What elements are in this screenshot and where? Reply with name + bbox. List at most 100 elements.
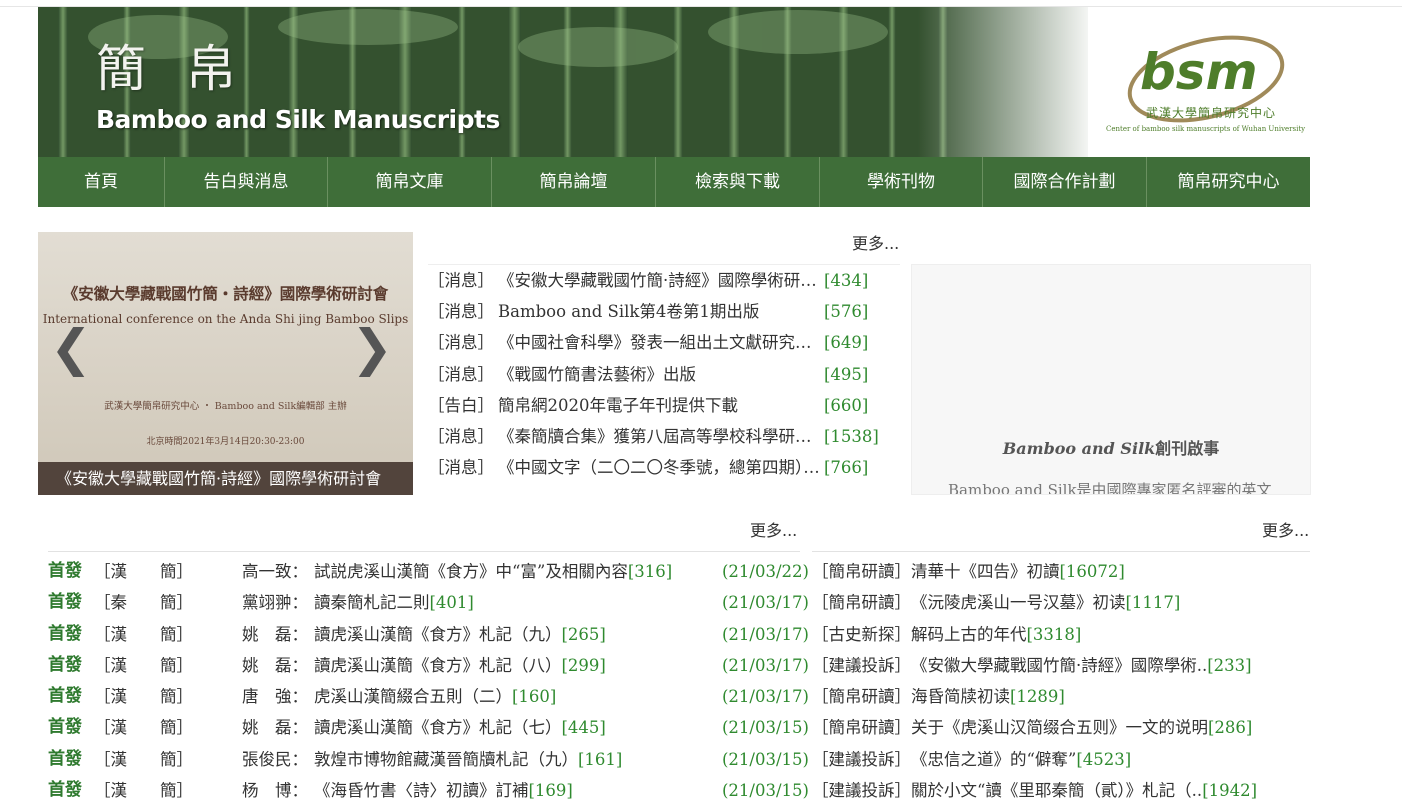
forum-title-link[interactable]: 關於小文“讀《里耶秦簡（貳）》札記（..[1942] xyxy=(911,775,1257,801)
first-release-badge: 首發 xyxy=(48,561,82,581)
forum-title[interactable]: 关于《虎溪山汉简缀合五则》一文的说明 xyxy=(911,718,1208,737)
article-title-link[interactable]: 《海昏竹書〈詩〉初讀》訂補[169] xyxy=(314,775,722,801)
list-item: ［簡帛研讀］ 《沅陵虎溪山一号汉墓》初读[1117] xyxy=(812,587,1310,618)
list-item: ［建議投訴］ 關於小文“讀《里耶秦簡（貳）》札記（..[1942] xyxy=(812,775,1310,801)
news-tag: ［消息］ xyxy=(428,302,494,322)
left-list-more-link[interactable]: 更多... xyxy=(750,517,797,541)
slider-prev-icon[interactable]: ❮ xyxy=(50,323,92,373)
forum-title[interactable]: 《安徽大學藏戰國竹簡·詩經》國際學術.. xyxy=(911,656,1207,675)
featured-slider[interactable]: 《安徽大學藏戰國竹簡・詩經》國際學術研討會 International conf… xyxy=(38,232,413,495)
news-title-link[interactable]: 《安徽大學藏戰國竹簡·詩經》國際學術研討會 xyxy=(498,265,822,296)
news-count: [1538] xyxy=(824,426,879,446)
forum-title[interactable]: 清華十《四告》初讀 xyxy=(911,562,1060,581)
first-release-badge: 首發 xyxy=(48,623,82,644)
article-date: (21/03/17) xyxy=(722,624,809,644)
list-item: ［古史新探］ 解码上古的年代[3318] xyxy=(812,619,1310,650)
article-title[interactable]: 讀虎溪山漢簡《食方》札記（九） xyxy=(314,625,562,644)
article-title[interactable]: 試説虎溪山漢簡《食方》中“富”及相關內容 xyxy=(314,562,628,581)
article-title[interactable]: 讀虎溪山漢簡《食方》札記（七） xyxy=(314,718,562,737)
view-count: [4523] xyxy=(1076,749,1132,769)
nav-home[interactable]: 首頁 xyxy=(38,157,165,207)
slide-caption[interactable]: 《安徽大學藏戰國竹簡·詩經》國際學術研討會 xyxy=(38,462,413,495)
forum-title[interactable]: 《忠信之道》的“僻奪” xyxy=(911,750,1076,769)
news-tag: ［消息］ xyxy=(428,458,494,478)
nav-library[interactable]: 簡帛文庫 xyxy=(328,157,492,207)
category-tag: ［漢 簡］ xyxy=(94,781,193,801)
news-count: [495] xyxy=(824,364,869,384)
forum-title[interactable]: 海昏简牍初读 xyxy=(911,687,1010,706)
first-release-badge: 首發 xyxy=(48,654,82,675)
article-date: (21/03/15) xyxy=(722,781,809,801)
forum-title-link[interactable]: 清華十《四告》初讀[16072] xyxy=(911,556,1125,587)
slide-title: 《安徽大學藏戰國竹簡・詩經》國際學術研討會 xyxy=(62,284,389,303)
site-title-chinese: 簡帛 xyxy=(96,40,276,98)
first-release-badge: 首發 xyxy=(48,748,82,769)
logo-english-text: Center of bamboo silk manuscripts of Wuh… xyxy=(1106,125,1306,133)
news-title-link[interactable]: Bamboo and Silk第4卷第1期出版 xyxy=(498,296,822,327)
news-more-link[interactable]: 更多... xyxy=(852,230,899,254)
list-item: ［消息］ 《中國社會科學》發表一組出土文獻研究論文 [649] xyxy=(428,327,900,358)
table-row: 首發 ［漢 簡］ 高一致： 試説虎溪山漢簡《食方》中“富”及相關內容[316] … xyxy=(48,556,809,587)
article-title-link[interactable]: 敦煌市博物館藏漢晉簡牘札記（九）[161] xyxy=(314,744,722,775)
forum-title-link[interactable]: 解码上古的年代[3318] xyxy=(911,619,1081,650)
first-release-list: 首發 ［漢 簡］ 高一致： 試説虎溪山漢簡《食方》中“富”及相關內容[316] … xyxy=(48,551,809,801)
news-title-link[interactable]: 《中國社會科學》發表一組出土文獻研究論文 xyxy=(498,327,822,358)
forum-title-link[interactable]: 《沅陵虎溪山一号汉墓》初读[1117] xyxy=(911,587,1180,618)
article-title-link[interactable]: 讀虎溪山漢簡《食方》札記（九）[265] xyxy=(314,619,722,650)
slider-next-icon[interactable]: ❯ xyxy=(351,323,393,373)
view-count: [3318] xyxy=(1026,624,1082,644)
forum-title-link[interactable]: 关于《虎溪山汉简缀合五则》一文的说明[286] xyxy=(911,712,1252,743)
view-count: [1289] xyxy=(1010,687,1065,707)
article-title[interactable]: 虎溪山漢簡綴合五則（二） xyxy=(314,687,512,706)
article-title[interactable]: 讀虎溪山漢簡《食方》札記（八） xyxy=(314,656,562,675)
table-row: 首發 ［漢 簡］ 姚 磊： 讀虎溪山漢簡《食方》札記（九）[265] (21/0… xyxy=(48,619,809,650)
forum-title[interactable]: 《沅陵虎溪山一号汉墓》初读 xyxy=(911,593,1126,612)
logo-chinese-text: 武漢大學簡帛研究中心 xyxy=(1146,106,1277,120)
forum-tag: ［簡帛研讀］ xyxy=(812,718,911,738)
article-title-link[interactable]: 讀秦簡札記二則[401] xyxy=(314,587,722,618)
view-count: [299] xyxy=(561,655,606,675)
view-count: [161] xyxy=(578,749,623,769)
article-title[interactable]: 《海昏竹書〈詩〉初讀》訂補 xyxy=(314,781,529,800)
nav-research-center[interactable]: 簡帛研究中心 xyxy=(1147,157,1310,207)
forum-title-link[interactable]: 《忠信之道》的“僻奪”[4523] xyxy=(911,744,1131,775)
forum-tag: ［建議投訴］ xyxy=(812,781,911,801)
news-tag: ［消息］ xyxy=(428,364,494,384)
slide-time: 北京時間2021年3月14日20:30-23:00 xyxy=(146,437,305,447)
category-tag: ［秦 簡］ xyxy=(94,593,193,613)
list-item: ［簡帛研讀］ 清華十《四告》初讀[16072] xyxy=(812,556,1310,587)
nav-announcements[interactable]: 告白與消息 xyxy=(165,157,328,207)
right-list-more-link[interactable]: 更多... xyxy=(1262,517,1309,541)
list-item: ［消息］ 《戰國竹簡書法藝術》出版 [495] xyxy=(428,359,900,390)
news-title-link[interactable]: 《戰國竹簡書法藝術》出版 xyxy=(498,359,822,390)
notice-title[interactable]: Bamboo and Silk創刊啟事 xyxy=(912,435,1310,459)
article-title-link[interactable]: 試説虎溪山漢簡《食方》中“富”及相關內容[316] xyxy=(314,556,722,587)
forum-title[interactable]: 解码上古的年代 xyxy=(911,625,1027,644)
table-row: 首發 ［漢 簡］ 杨 博： 《海昏竹書〈詩〉初讀》訂補[169] (21/03/… xyxy=(48,775,809,801)
nav-search-download[interactable]: 檢索與下載 xyxy=(656,157,820,207)
top-divider xyxy=(0,0,1402,7)
nav-forum[interactable]: 簡帛論壇 xyxy=(492,157,656,207)
author: 唐 強： xyxy=(242,687,308,707)
list-item: ［消息］ Bamboo and Silk第4卷第1期出版 [576] xyxy=(428,296,900,327)
article-title-link[interactable]: 讀虎溪山漢簡《食方》札記（八）[299] xyxy=(314,650,722,681)
forum-title-link[interactable]: 《安徽大學藏戰國竹簡·詩經》國際學術..[233] xyxy=(911,650,1252,681)
first-release-badge: 首發 xyxy=(48,780,82,801)
site-title-english: Bamboo and Silk Manuscripts xyxy=(96,105,500,134)
author: 杨 博： xyxy=(242,781,308,801)
forum-title-link[interactable]: 海昏简牍初读[1289] xyxy=(911,681,1065,712)
news-title-link[interactable]: 簡帛網2020年電子年刊提供下載 xyxy=(498,390,822,421)
nav-journals[interactable]: 學術刊物 xyxy=(820,157,983,207)
forum-title[interactable]: 關於小文“讀《里耶秦簡（貳）》札記（.. xyxy=(911,781,1202,800)
forum-tag: ［古史新探］ xyxy=(812,624,911,644)
nav-international[interactable]: 國際合作計劃 xyxy=(983,157,1147,207)
main-nav: 首頁 告白與消息 簡帛文庫 簡帛論壇 檢索與下載 學術刊物 國際合作計劃 簡帛研… xyxy=(38,157,1310,207)
article-title-link[interactable]: 讀虎溪山漢簡《食方》札記（七）[445] xyxy=(314,712,722,743)
news-title-link[interactable]: 《秦簡牘合集》獲第八屆高等學校科學研究優秀成果獎 xyxy=(498,421,822,452)
article-title-link[interactable]: 虎溪山漢簡綴合五則（二）[160] xyxy=(314,681,722,712)
bsm-logo: bsm 武漢大學簡帛研究中心 Center of bamboo silk man… xyxy=(1106,33,1305,138)
news-count: [434] xyxy=(824,271,869,290)
news-title-link[interactable]: 《中國文字（二〇二〇冬季號，總第四期）》出版 xyxy=(498,452,822,483)
article-title[interactable]: 敦煌市博物館藏漢晉簡牘札記（九） xyxy=(314,750,578,769)
article-title[interactable]: 讀秦簡札記二則 xyxy=(314,593,430,612)
